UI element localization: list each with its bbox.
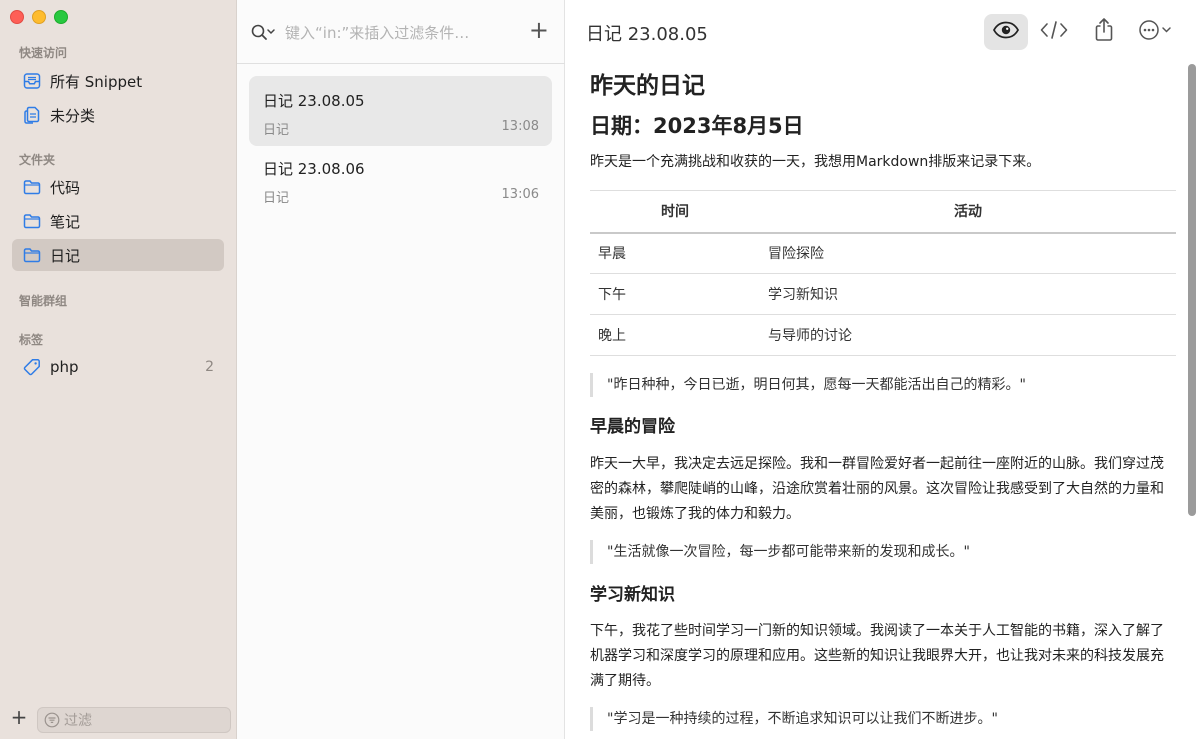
sidebar-item-label: 未分类 — [50, 106, 96, 125]
table-cell: 与导师的讨论 — [760, 314, 1176, 356]
table-row: 晚上 与导师的讨论 — [590, 314, 1176, 356]
sidebar-filter-input[interactable]: 过滤 — [37, 707, 231, 733]
tag-icon — [22, 357, 42, 377]
section-title-smart-groups: 智能群组 — [19, 294, 68, 308]
table-row: 早晨 冒险探险 — [590, 232, 1176, 274]
sidebar-item-code[interactable]: 代码 — [12, 171, 224, 203]
tray-icon — [22, 71, 42, 91]
more-icon — [1138, 19, 1178, 45]
heading-3: 早晨的冒险 — [590, 417, 675, 437]
snippet-time: 13:08 — [501, 119, 539, 134]
minimize-window-button[interactable] — [32, 10, 46, 24]
folder-icon — [22, 177, 42, 197]
share-icon — [1093, 17, 1115, 47]
snippet-detail-pane: 日记 23.08.05 昨天的日记 日期：2023年8月5日 昨天是一个充满挑战… — [566, 0, 1200, 739]
tag-count: 2 — [205, 359, 214, 375]
filter-icon — [44, 712, 60, 728]
folder-icon — [22, 245, 42, 265]
sidebar-bottom-bar: + 过滤 — [0, 699, 237, 739]
add-folder-button[interactable]: + — [10, 707, 28, 727]
heading-3: 学习新知识 — [590, 585, 675, 605]
search-icon[interactable] — [250, 22, 278, 42]
table-header: 活动 — [760, 190, 1176, 234]
heading-1: 昨天的日记 — [590, 73, 705, 99]
detail-header: 日记 23.08.05 — [566, 0, 1200, 62]
paragraph: 昨天一大早，我决定去远足探险。我和一群冒险爱好者一起前往一座附近的山脉。我们穿过… — [590, 456, 1164, 522]
maximize-window-button[interactable] — [54, 10, 68, 24]
snippet-title: 日记 23.08.05 — [263, 92, 365, 110]
table-cell: 冒险探险 — [760, 232, 1176, 274]
window-controls — [10, 10, 68, 24]
share-button[interactable] — [1084, 14, 1124, 50]
paragraph: 下午，我花了些时间学习一门新的知识领域。我阅读了一本关于人工智能的书籍，深入了解… — [590, 623, 1164, 689]
sidebar-item-label: 所有 Snippet — [50, 72, 143, 91]
sidebar-item-tag-php[interactable]: php 2 — [12, 351, 224, 383]
table-header: 时间 — [590, 190, 760, 234]
table-cell: 下午 — [590, 273, 760, 315]
list-item[interactable]: 日记 23.08.05 日记 13:08 — [249, 76, 552, 146]
blockquote: "生活就像一次冒险，每一步都可能带来新的发现和成长。" — [590, 540, 1176, 564]
snippet-title: 日记 23.08.06 — [263, 160, 365, 178]
sidebar: 快速访问 所有 Snippet 未分类 文件夹 代码 笔记 日记 智能群组 标签 — [0, 0, 237, 739]
preview-toggle-button[interactable] — [984, 14, 1028, 50]
snippet-list-pane: 键入“in:”来插入过滤条件… + 日记 23.08.05 日记 13:08 日… — [237, 0, 565, 739]
code-icon — [1039, 19, 1069, 45]
scrollbar[interactable] — [1188, 64, 1196, 516]
blockquote: "昨日种种，今日已逝，明日何其，愿每一天都能活出自己的精彩。" — [590, 373, 1176, 397]
section-title-quick-access: 快速访问 — [19, 46, 68, 60]
list-item[interactable]: 日记 23.08.06 日记 13:06 — [249, 144, 552, 214]
activity-table: 时间 活动 早晨 冒险探险 下午 学习新知识 晚上 与导师的讨论 — [590, 190, 1176, 356]
sidebar-item-label: 笔记 — [50, 212, 81, 231]
blockquote: "学习是一种持续的过程，不断追求知识可以让我们不断进步。" — [590, 707, 1176, 731]
source-toggle-button[interactable] — [1034, 14, 1074, 50]
table-cell: 早晨 — [590, 232, 760, 274]
sidebar-item-label: php — [50, 358, 79, 376]
search-bar: 键入“in:”来插入过滤条件… + — [237, 0, 565, 64]
folder-icon — [22, 211, 42, 231]
table-cell: 晚上 — [590, 314, 760, 356]
sidebar-item-label: 日记 — [50, 246, 81, 265]
heading-2: 日期：2023年8月5日 — [590, 114, 804, 138]
sidebar-item-label: 代码 — [50, 178, 81, 197]
sidebar-item-diary[interactable]: 日记 — [12, 239, 224, 271]
sidebar-item-uncategorized[interactable]: 未分类 — [12, 99, 224, 131]
search-input[interactable]: 键入“in:”来插入过滤条件… — [285, 22, 469, 43]
add-snippet-button[interactable]: + — [529, 18, 549, 42]
filter-placeholder: 过滤 — [64, 713, 92, 729]
table-row: 下午 学习新知识 — [590, 273, 1176, 315]
table-cell: 学习新知识 — [760, 273, 1176, 315]
snippet-time: 13:06 — [501, 187, 539, 202]
sidebar-item-all-snippets[interactable]: 所有 Snippet — [12, 65, 224, 97]
snippet-folder: 日记 — [263, 191, 290, 206]
paragraph-intro: 昨天是一个充满挑战和收获的一天，我想用Markdown排版来记录下来。 — [590, 154, 1041, 170]
detail-title: 日记 23.08.05 — [586, 24, 708, 45]
sidebar-item-notes[interactable]: 笔记 — [12, 205, 224, 237]
eye-icon — [992, 20, 1020, 44]
more-options-button[interactable] — [1134, 14, 1182, 50]
documents-icon — [22, 105, 42, 125]
section-title-tags: 标签 — [19, 333, 44, 347]
section-title-folders: 文件夹 — [19, 153, 56, 167]
close-window-button[interactable] — [10, 10, 24, 24]
snippet-folder: 日记 — [263, 123, 290, 138]
